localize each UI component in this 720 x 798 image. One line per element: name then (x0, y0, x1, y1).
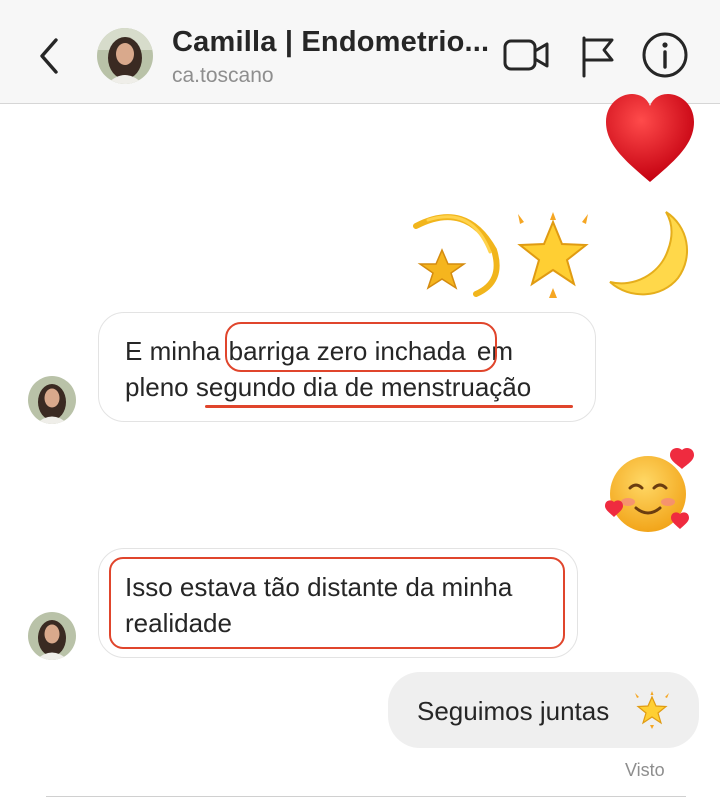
highlight-circle-annotation (225, 322, 497, 372)
smiling-face-with-hearts-emoji (605, 447, 694, 532)
chat-header: Camilla | Endometrio... ca.toscano (0, 0, 720, 104)
message-line-2: pleno segundo dia de menstruação (125, 369, 531, 405)
message-text-underlined: segundo dia de menstruação (195, 372, 532, 402)
contact-name[interactable]: Camilla | Endometrio... (172, 26, 489, 59)
chevron-left-icon[interactable] (34, 36, 64, 76)
message-text: Seguimos juntas (417, 696, 610, 726)
outgoing-message-bubble[interactable]: Seguimos juntas (388, 672, 699, 748)
divider (46, 796, 686, 797)
contact-username: ca.toscano (172, 64, 274, 87)
crescent-moon-emoji (609, 211, 689, 296)
flag-icon[interactable] (578, 34, 618, 78)
info-icon[interactable] (640, 30, 690, 80)
highlight-box-annotation (109, 557, 565, 649)
seen-status: Visto (625, 760, 665, 780)
underline-annotation (205, 405, 573, 408)
contact-avatar[interactable] (97, 28, 153, 84)
glowing-star-icon (635, 691, 669, 729)
glowing-star-emoji (517, 212, 589, 298)
heart-emoji (606, 94, 694, 182)
sender-avatar (28, 612, 76, 660)
message-text: pleno (125, 372, 189, 402)
sender-avatar (28, 376, 76, 424)
message-text: E minha (125, 336, 221, 366)
dizzy-star-emoji (413, 214, 500, 297)
video-camera-icon[interactable] (502, 34, 550, 76)
